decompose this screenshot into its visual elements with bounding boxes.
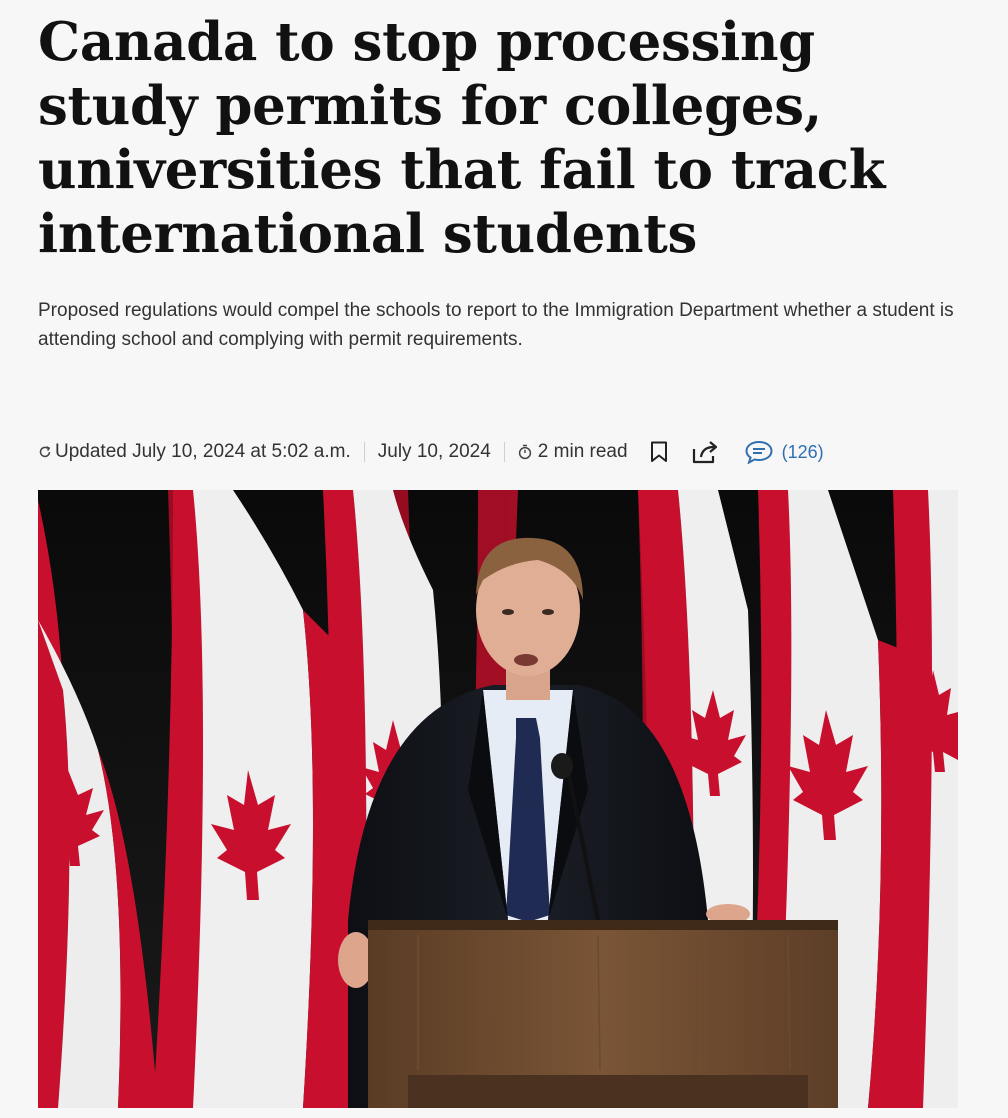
comments-button[interactable]: (126) — [744, 440, 824, 464]
comment-bubble-icon — [745, 440, 773, 464]
read-time: 2 min read — [518, 441, 628, 463]
bookmark-icon — [650, 441, 667, 462]
updated-timestamp: Updated July 10, 2024 at 5:02 a.m. — [38, 441, 351, 463]
publish-date: July 10, 2024 — [378, 441, 491, 463]
refresh-icon — [38, 445, 52, 459]
read-time-text: 2 min read — [537, 441, 628, 462]
share-icon — [692, 441, 717, 464]
updated-text: Updated July 10, 2024 at 5:02 a.m. — [55, 441, 351, 462]
lead-photo — [38, 490, 958, 1108]
meta-divider — [363, 442, 365, 462]
podium — [368, 920, 838, 1108]
comments-count[interactable]: (126) — [782, 442, 824, 463]
flag-8 — [888, 490, 958, 1108]
article-headline: Canada to stop processing study permits … — [38, 11, 886, 265]
article-dek: Proposed regulations would compel the sc… — [38, 300, 954, 350]
timer-icon — [518, 444, 532, 460]
share-button[interactable] — [690, 437, 722, 467]
bookmark-button[interactable] — [646, 437, 672, 467]
meta-divider — [503, 442, 505, 462]
publish-date-text: July 10, 2024 — [377, 441, 491, 462]
article-meta: Updated July 10, 2024 at 5:02 a.m. July … — [38, 434, 824, 470]
